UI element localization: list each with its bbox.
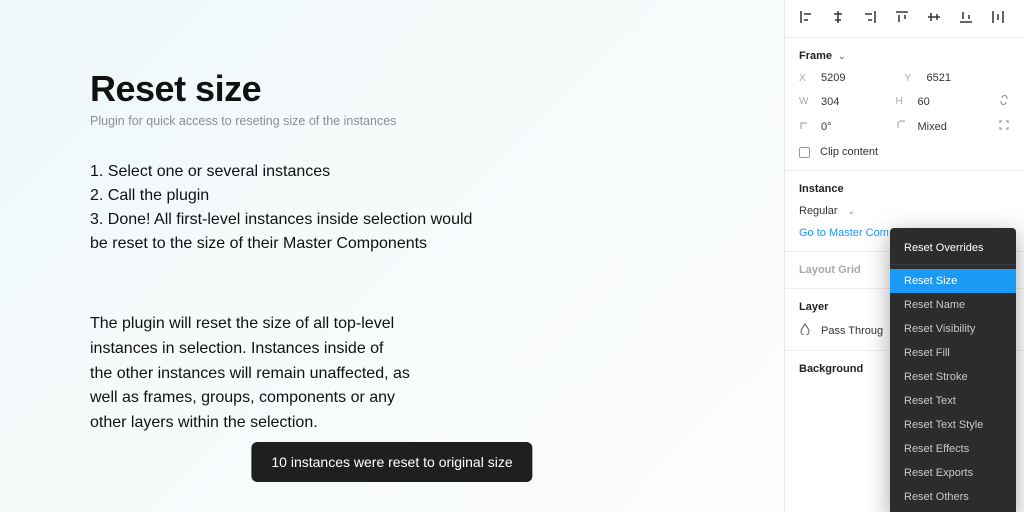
toast-message: 10 instances were reset to original size	[251, 442, 532, 482]
menu-item-reset-exports[interactable]: Reset Exports	[890, 461, 1016, 485]
blend-icon	[799, 323, 811, 338]
canvas-area: Reset size Plugin for quick access to re…	[0, 0, 784, 512]
align-vcenter-icon[interactable]	[927, 10, 941, 27]
step-item: 2. Call the plugin	[90, 184, 490, 208]
instruction-steps: 1. Select one or several instances 2. Ca…	[90, 160, 490, 256]
properties-panel: ⌄ Frame ⌄ X5209 Y6521 W304 H60 0° Mixed …	[784, 0, 1024, 512]
align-left-icon[interactable]	[799, 10, 813, 27]
h-field[interactable]: H60	[896, 94, 993, 109]
reset-overrides-menu: Reset Overrides Reset Size Reset Name Re…	[890, 228, 1016, 512]
corner-radius-field[interactable]: Mixed	[896, 119, 993, 134]
x-value: 5209	[821, 72, 845, 84]
constrain-proportions-icon[interactable]	[998, 94, 1010, 109]
menu-header: Reset Overrides	[890, 234, 1016, 260]
y-field[interactable]: Y6521	[905, 72, 1011, 84]
rotation-field[interactable]: 0°	[799, 119, 896, 134]
menu-item-reset-effects[interactable]: Reset Effects	[890, 437, 1016, 461]
step-item: 1. Select one or several instances	[90, 160, 490, 184]
menu-item-reset-text[interactable]: Reset Text	[890, 389, 1016, 413]
instance-label: Instance	[799, 183, 1010, 195]
h-value: 60	[918, 96, 930, 108]
align-top-icon[interactable]	[895, 10, 909, 27]
menu-item-reset-name[interactable]: Reset Name	[890, 293, 1016, 317]
step-item: 3. Done! All first-level instances insid…	[90, 208, 490, 256]
description: The plugin will reset the size of all to…	[90, 312, 410, 436]
frame-label: Frame	[799, 50, 832, 62]
y-value: 6521	[927, 72, 951, 84]
align-hcenter-icon[interactable]	[831, 10, 845, 27]
blend-value: Pass Throug	[821, 325, 883, 337]
menu-item-reset-text-style[interactable]: Reset Text Style	[890, 413, 1016, 437]
w-value: 304	[821, 96, 839, 108]
variant-value: Regular	[799, 205, 838, 217]
align-right-icon[interactable]	[863, 10, 877, 27]
independent-corners-icon[interactable]	[998, 119, 1010, 134]
w-field[interactable]: W304	[799, 94, 896, 109]
menu-item-reset-fill[interactable]: Reset Fill	[890, 341, 1016, 365]
menu-item-reset-others[interactable]: Reset Others	[890, 485, 1016, 509]
align-bottom-icon[interactable]	[959, 10, 973, 27]
variant-dropdown[interactable]: Regular ⌄	[799, 205, 1010, 217]
clip-content-checkbox[interactable]	[799, 147, 810, 158]
distribute-icon[interactable]	[991, 10, 1005, 27]
chevron-down-icon: ⌄	[838, 51, 846, 62]
menu-item-reset-visibility[interactable]: Reset Visibility	[890, 317, 1016, 341]
corner-value: Mixed	[918, 121, 947, 133]
go-to-master-link[interactable]: Go to Master Com	[799, 227, 889, 239]
chevron-down-icon: ⌄	[848, 206, 856, 217]
alignment-toolbar: ⌄	[785, 0, 1024, 38]
menu-item-reset-size[interactable]: Reset Size	[890, 269, 1016, 293]
clip-content-label: Clip content	[820, 146, 878, 158]
x-field[interactable]: X5209	[799, 72, 905, 84]
menu-separator	[890, 264, 1016, 265]
frame-type-dropdown[interactable]: Frame ⌄	[799, 50, 1010, 62]
rotation-value: 0°	[821, 121, 832, 133]
frame-section: Frame ⌄ X5209 Y6521 W304 H60 0° Mixed Cl…	[785, 38, 1024, 171]
page-title: Reset size	[90, 68, 694, 110]
menu-item-reset-stroke[interactable]: Reset Stroke	[890, 365, 1016, 389]
page-subtitle: Plugin for quick access to reseting size…	[90, 114, 694, 128]
